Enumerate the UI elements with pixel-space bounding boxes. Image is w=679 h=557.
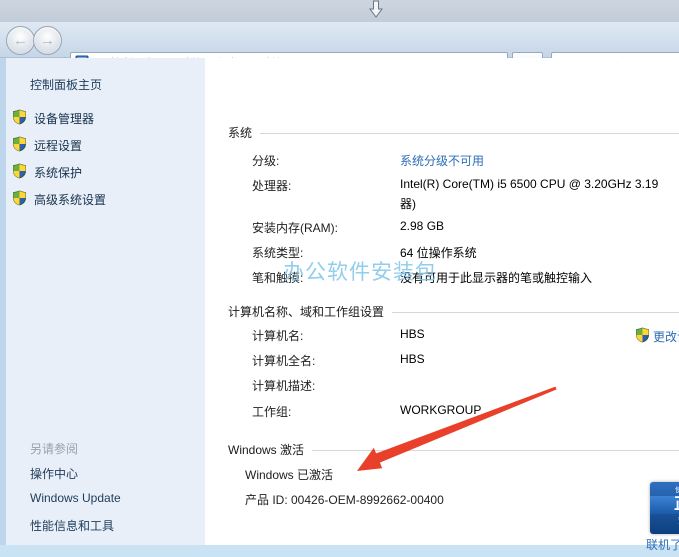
- pen-touch-value: 没有可用于此显示器的笔或触控输入: [400, 271, 593, 285]
- processor-value: Intel(R) Core(TM) i5 6500 CPU @ 3.20GHz …: [400, 177, 659, 191]
- sidebar-item-windows-update[interactable]: Windows Update: [30, 491, 121, 505]
- navigation-bar: ← → ▾ ▶ 控制面板 ▶ 系统和安全 ▶ 系统 ▼ ↻: [0, 22, 679, 75]
- sidebar-item-label: 远程设置: [34, 139, 83, 153]
- sidebar-item-device-manager[interactable]: 设备管理器: [12, 109, 94, 128]
- uac-shield-icon: [12, 136, 27, 155]
- see-also-header: 另请参阅: [30, 442, 79, 456]
- uac-shield-icon: [12, 190, 27, 209]
- computer-name-label: 计算机名:: [252, 329, 304, 343]
- sidebar-item-action-center[interactable]: 操作中心: [30, 465, 78, 482]
- processor-label: 处理器:: [252, 179, 292, 193]
- rating-label: 分级:: [252, 154, 280, 168]
- full-computer-name-value: HBS: [400, 352, 425, 366]
- installed-ram-value: 2.98 GB: [400, 219, 445, 233]
- section-header-system: 系统: [228, 124, 679, 141]
- genuine-badge-top-text: 使用: [675, 487, 679, 494]
- mouse-cursor-down-arrow-icon: [368, 0, 384, 21]
- sidebar-item-label: 系统保护: [34, 166, 83, 180]
- system-type-value: 64 位操作系统: [400, 246, 477, 260]
- sidebar-item-advanced-system-settings[interactable]: 高级系统设置: [12, 190, 106, 209]
- sidebar: 控制面板主页 设备管理器 远程设置 系统保护 高级系统设置 另请参阅 操作中心 …: [6, 58, 205, 545]
- sidebar-item-remote-settings[interactable]: 远程设置: [12, 136, 82, 155]
- genuine-badge-small-text: 安: [650, 515, 679, 526]
- workgroup-value: WORKGROUP: [400, 403, 482, 417]
- forward-button[interactable]: →: [33, 26, 62, 55]
- activation-status: Windows 已激活: [245, 468, 334, 482]
- product-id: 产品 ID: 00426-OEM-8992662-00400: [245, 493, 444, 507]
- main-content: 系统 分级: 系统分级不可用 处理器: Intel(R) Core(TM) i5…: [205, 58, 679, 552]
- computer-name-value: HBS: [400, 327, 425, 341]
- computer-description-label: 计算机描述:: [252, 379, 316, 393]
- sidebar-item-control-panel-home[interactable]: 控制面板主页: [30, 76, 102, 93]
- section-header-windows-activation: Windows 激活: [228, 441, 679, 458]
- sidebar-item-label: 设备管理器: [34, 112, 95, 126]
- genuine-windows-badge[interactable]: 使用 正 安: [650, 482, 679, 534]
- back-button[interactable]: ←: [6, 26, 35, 55]
- sidebar-item-label: 高级系统设置: [34, 193, 107, 207]
- window-bottom-border: [0, 545, 679, 557]
- system-type-label: 系统类型:: [252, 246, 304, 260]
- genuine-badge-big-text: 正: [650, 496, 679, 514]
- sidebar-item-system-protection[interactable]: 系统保护: [12, 163, 82, 182]
- pen-touch-label: 笔和触摸:: [252, 271, 304, 285]
- title-bar: [0, 0, 679, 22]
- change-settings-label: 更改设置: [653, 330, 679, 344]
- sidebar-item-performance-tools[interactable]: 性能信息和工具: [30, 517, 114, 534]
- section-header-computer-name: 计算机名称、域和工作组设置: [228, 303, 679, 320]
- installed-ram-label: 安装内存(RAM):: [252, 221, 338, 235]
- uac-shield-icon: [12, 109, 27, 128]
- uac-shield-icon: [635, 327, 650, 346]
- processor-value-line2: 器): [400, 197, 416, 211]
- change-settings-link[interactable]: 更改设置: [635, 327, 679, 346]
- full-computer-name-label: 计算机全名:: [252, 354, 316, 368]
- learn-more-online-link[interactable]: 联机了解详细信息: [646, 536, 679, 553]
- rating-unavailable-link[interactable]: 系统分级不可用: [400, 152, 484, 169]
- workgroup-label: 工作组:: [252, 405, 292, 419]
- uac-shield-icon: [12, 163, 27, 182]
